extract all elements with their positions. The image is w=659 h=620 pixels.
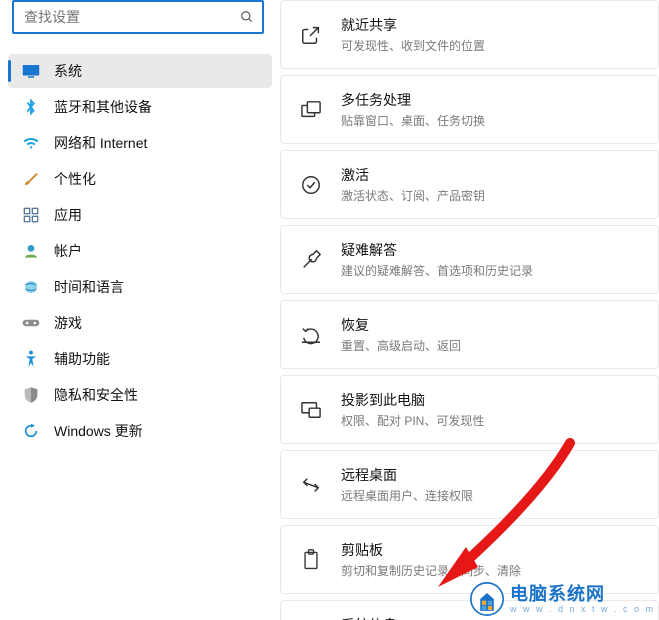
settings-item-multitasking[interactable]: 多任务处理 贴靠窗口、桌面、任务切换 (280, 75, 659, 144)
settings-item-remote-desktop[interactable]: 远程桌面 远程桌面用户、连接权限 (280, 450, 659, 519)
shield-icon (20, 384, 42, 406)
item-title: 剪贴板 (341, 540, 521, 560)
watermark-url: w w w . d n x t w . c o m (510, 605, 655, 614)
sidebar-item-accounts[interactable]: 帐户 (8, 234, 272, 268)
item-subtitle: 激活状态、订阅、产品密钥 (341, 187, 485, 204)
sidebar-item-label: 游戏 (54, 313, 264, 333)
sidebar-item-apps[interactable]: 应用 (8, 198, 272, 232)
sidebar-item-label: 应用 (54, 205, 264, 225)
item-title: 激活 (341, 165, 485, 185)
sidebar-item-label: 隐私和安全性 (54, 385, 264, 405)
settings-item-troubleshoot[interactable]: 疑难解答 建议的疑难解答、首选项和历史记录 (280, 225, 659, 294)
watermark-logo-icon (470, 582, 504, 616)
settings-item-project-to-pc[interactable]: 投影到此电脑 权限、配对 PIN、可发现性 (280, 375, 659, 444)
item-subtitle: 远程桌面用户、连接权限 (341, 487, 473, 504)
sidebar-item-gaming[interactable]: 游戏 (8, 306, 272, 340)
main-panel: 就近共享 可发现性、收到文件的位置 多任务处理 贴靠窗口、桌面、任务切换 激活 … (280, 0, 659, 620)
sidebar-item-windows-update[interactable]: Windows 更新 (8, 414, 272, 448)
gamepad-icon (20, 312, 42, 334)
wifi-icon (20, 132, 42, 154)
settings-item-nearby-sharing[interactable]: 就近共享 可发现性、收到文件的位置 (280, 0, 659, 69)
apps-icon (20, 204, 42, 226)
sidebar-item-accessibility[interactable]: 辅助功能 (8, 342, 272, 376)
project-icon (299, 398, 323, 422)
update-icon (20, 420, 42, 442)
share-icon (299, 23, 323, 47)
sidebar-item-network[interactable]: 网络和 Internet (8, 126, 272, 160)
globe-icon (20, 276, 42, 298)
item-subtitle: 建议的疑难解答、首选项和历史记录 (341, 262, 533, 279)
watermark-title: 电脑系统网 (510, 585, 655, 603)
search-icon (240, 10, 254, 24)
accessibility-icon (20, 348, 42, 370)
sidebar-item-label: 网络和 Internet (54, 133, 264, 153)
sidebar-item-label: 个性化 (54, 169, 264, 189)
account-icon (20, 240, 42, 262)
system-icon (20, 60, 42, 82)
sidebar: 系统 蓝牙和其他设备 网络和 Internet 个性化 应用 (0, 0, 280, 620)
sidebar-item-label: 时间和语言 (54, 277, 264, 297)
sidebar-item-privacy[interactable]: 隐私和安全性 (8, 378, 272, 412)
sidebar-item-time-language[interactable]: 时间和语言 (8, 270, 272, 304)
item-title: 疑难解答 (341, 240, 533, 260)
wrench-icon (299, 248, 323, 272)
item-subtitle: 重置、高级启动、返回 (341, 337, 461, 354)
watermark: 电脑系统网 w w w . d n x t w . c o m (470, 582, 655, 616)
settings-item-recovery[interactable]: 恢复 重置、高级启动、返回 (280, 300, 659, 369)
brush-icon (20, 168, 42, 190)
item-title: 多任务处理 (341, 90, 485, 110)
sidebar-item-label: 辅助功能 (54, 349, 264, 369)
settings-item-activation[interactable]: 激活 激活状态、订阅、产品密钥 (280, 150, 659, 219)
item-subtitle: 剪切和复制历史记录、同步、清除 (341, 562, 521, 579)
sidebar-item-label: 蓝牙和其他设备 (54, 97, 264, 117)
sidebar-item-label: 系统 (54, 61, 264, 81)
sidebar-item-personalization[interactable]: 个性化 (8, 162, 272, 196)
item-title: 投影到此电脑 (341, 390, 484, 410)
clipboard-icon (299, 548, 323, 572)
remote-desktop-icon (299, 473, 323, 497)
multitask-icon (299, 98, 323, 122)
item-title: 就近共享 (341, 15, 485, 35)
bluetooth-icon (20, 96, 42, 118)
item-subtitle: 贴靠窗口、桌面、任务切换 (341, 112, 485, 129)
sidebar-item-label: 帐户 (54, 241, 264, 261)
sidebar-item-label: Windows 更新 (54, 421, 264, 441)
check-circle-icon (299, 173, 323, 197)
item-title: 远程桌面 (341, 465, 473, 485)
item-subtitle: 权限、配对 PIN、可发现性 (341, 412, 484, 429)
search-box[interactable] (12, 0, 264, 34)
search-input[interactable] (22, 8, 234, 26)
item-title: 恢复 (341, 315, 461, 335)
recovery-icon (299, 323, 323, 347)
sidebar-item-bluetooth[interactable]: 蓝牙和其他设备 (8, 90, 272, 124)
item-subtitle: 可发现性、收到文件的位置 (341, 37, 485, 54)
sidebar-item-system[interactable]: 系统 (8, 54, 272, 88)
